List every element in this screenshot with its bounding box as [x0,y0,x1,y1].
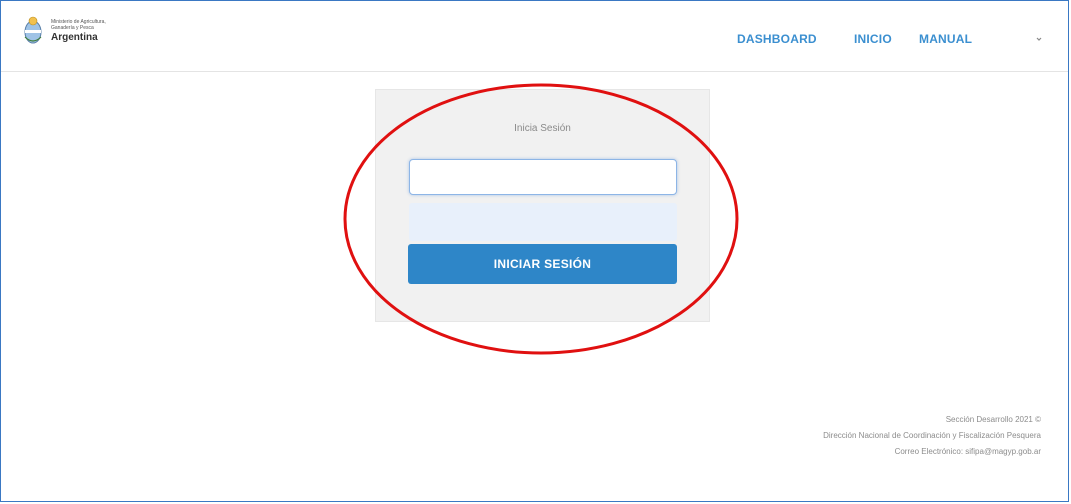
ministry-logo[interactable]: Ministerio de Agricultura, Ganadería y P… [23,13,106,49]
nav-dashboard-link[interactable]: DASHBOARD [737,32,817,46]
nav-inicio-link[interactable]: INICIO [854,32,892,46]
footer-email: Correo Electrónico: sifipa@magyp.gob.ar [894,447,1041,456]
user-menu-dropdown[interactable] [1029,30,1049,48]
footer-copyright: Sección Desarrollo 2021 © [945,415,1041,424]
logo-country: Argentina [51,31,98,43]
password-input[interactable] [409,203,677,241]
login-card: Inicia Sesión INICIAR SESIÓN [375,89,710,322]
nav-manual-link[interactable]: MANUAL [919,32,972,46]
login-title: Inicia Sesión [514,123,571,134]
top-header: Ministerio de Agricultura, Ganadería y P… [1,1,1068,72]
logo-ministry-line2: Ganadería y Pesca [51,24,94,31]
footer: Sección Desarrollo 2021 © Dirección Naci… [823,412,1041,460]
username-input[interactable] [409,159,677,195]
footer-department: Dirección Nacional de Coordinación y Fis… [823,431,1041,440]
argentina-seal-icon [24,16,42,44]
chevron-down-icon [1036,37,1042,41]
login-submit-button[interactable]: INICIAR SESIÓN [408,244,677,284]
